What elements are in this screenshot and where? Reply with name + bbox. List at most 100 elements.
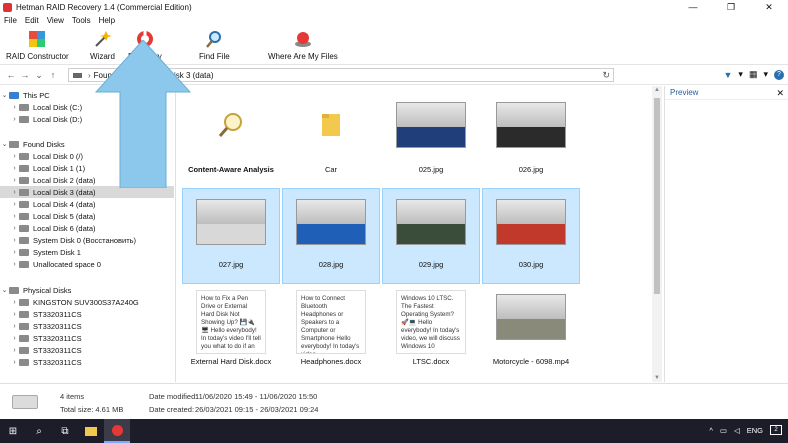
tree-found-disk[interactable]: › Local Disk 6 (data) bbox=[0, 222, 174, 234]
windows-start-icon[interactable]: ⊞ bbox=[0, 419, 26, 443]
file-explorer-icon[interactable] bbox=[78, 419, 104, 443]
total-size: Total size: 4.61 MB bbox=[60, 405, 124, 414]
item-count: 4 items bbox=[60, 392, 85, 401]
drive-icon bbox=[19, 260, 29, 268]
menu-view[interactable]: View bbox=[47, 16, 64, 25]
file-tile[interactable]: 028.jpg bbox=[282, 188, 380, 284]
pointer-arrow-overlay bbox=[94, 40, 192, 188]
notification-icon[interactable]: 2 bbox=[770, 425, 782, 435]
chevron-right-icon[interactable]: › bbox=[10, 201, 19, 208]
chevron-right-icon[interactable]: › bbox=[10, 335, 19, 342]
where-are-my-files-button[interactable]: Where Are My Files bbox=[268, 29, 338, 61]
file-tile[interactable]: Windows 10 LTSC. The Fastest Operating S… bbox=[382, 284, 480, 380]
file-tile[interactable]: Motorcycle - 6098.mp4 bbox=[482, 284, 580, 380]
chevron-down-icon[interactable]: ⌄ bbox=[0, 91, 9, 99]
up-arrow-icon[interactable]: ↑ bbox=[46, 70, 60, 80]
tree-found-disk[interactable]: › Local Disk 4 (data) bbox=[0, 198, 174, 210]
chevron-right-icon[interactable]: › bbox=[10, 323, 19, 330]
chevron-right-icon[interactable]: › bbox=[10, 225, 19, 232]
preview-close-icon[interactable]: ✕ bbox=[776, 88, 784, 99]
drive-icon bbox=[19, 298, 29, 306]
drive-icon bbox=[19, 248, 29, 256]
tree-physical-disk[interactable]: › KINGSTON SUV300S37A240G bbox=[0, 296, 174, 308]
chevron-right-icon[interactable]: › bbox=[10, 177, 19, 184]
chevron-right-icon[interactable]: › bbox=[10, 359, 19, 366]
tree-found-disk[interactable]: › System Disk 0 (Восстановить) bbox=[0, 234, 174, 246]
chevron-right-icon[interactable]: › bbox=[10, 165, 19, 172]
tree-physical-disks[interactable]: ⌄ Physical Disks bbox=[0, 284, 174, 296]
tree-found-disk[interactable]: › Local Disk 5 (data) bbox=[0, 210, 174, 222]
view-mode-icon[interactable]: ▦ bbox=[749, 69, 758, 80]
forward-arrow-icon[interactable]: → bbox=[18, 70, 32, 80]
maximize-button[interactable]: ❐ bbox=[712, 0, 750, 14]
tree-physical-disk[interactable]: › ST3320311CS bbox=[0, 332, 174, 344]
chevron-right-icon[interactable]: › bbox=[10, 213, 19, 220]
menu-help[interactable]: Help bbox=[99, 16, 115, 25]
chevron-right-icon[interactable]: › bbox=[10, 311, 19, 318]
chevron-right-icon[interactable]: › bbox=[10, 104, 19, 111]
file-tile[interactable]: How to Fix a Pen Drive or External Hard … bbox=[182, 284, 280, 380]
chevron-down-icon[interactable]: ⌄ bbox=[0, 286, 9, 294]
file-name: External Hard Disk.docx bbox=[190, 357, 272, 366]
scroll-up-icon[interactable]: ▲ bbox=[654, 87, 660, 93]
menu-tools[interactable]: Tools bbox=[72, 16, 91, 25]
network-icon[interactable]: ▭ bbox=[720, 426, 727, 435]
file-tile[interactable]: 026.jpg bbox=[482, 92, 580, 188]
drive-icon bbox=[19, 200, 29, 208]
menu-edit[interactable]: Edit bbox=[25, 16, 39, 25]
filter-icon[interactable]: ▼ bbox=[724, 70, 733, 80]
tree-physical-disk[interactable]: › ST3320311CS bbox=[0, 344, 174, 356]
chevron-right-icon[interactable]: › bbox=[10, 116, 19, 123]
back-arrow-icon[interactable]: ← bbox=[4, 70, 18, 80]
minimize-button[interactable]: — bbox=[674, 0, 712, 14]
drive-icon bbox=[19, 188, 29, 196]
chevron-right-icon[interactable]: › bbox=[10, 153, 19, 160]
file-tile[interactable]: How to Connect Bluetooth Headphones or S… bbox=[282, 284, 380, 380]
tree-physical-disk[interactable]: › ST3320311CS bbox=[0, 356, 174, 368]
file-tile[interactable]: 029.jpg bbox=[382, 188, 480, 284]
filter-dropdown-icon[interactable]: ▾ bbox=[738, 69, 743, 80]
file-tile[interactable]: 025.jpg bbox=[382, 92, 480, 188]
chevron-up-icon[interactable]: ^ bbox=[709, 426, 713, 435]
tree-found-disk[interactable]: › System Disk 1 bbox=[0, 246, 174, 258]
tree-physical-disk[interactable]: › ST3320311CS bbox=[0, 308, 174, 320]
image-thumbnail bbox=[495, 102, 567, 148]
chevron-right-icon[interactable]: › bbox=[10, 261, 19, 268]
file-tile[interactable]: Content-Aware Analysis bbox=[182, 92, 280, 188]
refresh-icon[interactable]: ↻ bbox=[602, 70, 610, 81]
help-icon[interactable]: ? bbox=[774, 69, 784, 80]
tree-found-disk[interactable]: › Unallocated space 0 bbox=[0, 258, 174, 270]
tree-physical-disk[interactable]: › ST3320311CS bbox=[0, 320, 174, 332]
drive-icon bbox=[19, 103, 29, 111]
file-tile[interactable]: 027.jpg bbox=[182, 188, 280, 284]
chevron-down-icon[interactable]: ⌄ bbox=[0, 140, 9, 148]
drive-icon bbox=[19, 152, 29, 160]
menu-file[interactable]: File bbox=[4, 16, 17, 25]
chevron-right-icon[interactable]: › bbox=[10, 237, 19, 244]
vertical-scrollbar[interactable]: ▲ ▼ bbox=[652, 86, 662, 382]
volume-icon[interactable]: ◁ bbox=[734, 426, 740, 435]
chevron-right-icon[interactable]: › bbox=[10, 299, 19, 306]
raid-recovery-taskbar-icon[interactable] bbox=[104, 419, 130, 443]
scrollbar-thumb[interactable] bbox=[654, 98, 660, 294]
language-indicator[interactable]: ENG bbox=[747, 426, 763, 435]
close-button[interactable]: ✕ bbox=[750, 0, 788, 14]
search-icon[interactable]: ⌕ bbox=[26, 419, 52, 443]
drive-icon bbox=[19, 310, 29, 318]
drive-icon bbox=[9, 286, 19, 294]
scroll-down-icon[interactable]: ▼ bbox=[654, 375, 660, 381]
drive-icon bbox=[19, 346, 29, 354]
chevron-right-icon[interactable]: › bbox=[10, 249, 19, 256]
find-file-button[interactable]: Find File bbox=[199, 29, 230, 61]
chevron-right-icon[interactable]: › bbox=[10, 347, 19, 354]
file-tile[interactable]: 030.jpg bbox=[482, 188, 580, 284]
computer-icon bbox=[9, 91, 19, 99]
raid-constructor-button[interactable]: RAID Constructor bbox=[6, 29, 69, 61]
view-dropdown-icon[interactable]: ▾ bbox=[763, 69, 768, 80]
task-view-icon[interactable]: ⧉ bbox=[52, 419, 78, 443]
chevron-right-icon[interactable]: › bbox=[10, 189, 19, 196]
drive-icon bbox=[19, 358, 29, 366]
file-tile[interactable]: Car bbox=[282, 92, 380, 188]
history-dropdown-icon[interactable]: ⌄ bbox=[32, 70, 46, 81]
file-name: 025.jpg bbox=[418, 165, 444, 174]
